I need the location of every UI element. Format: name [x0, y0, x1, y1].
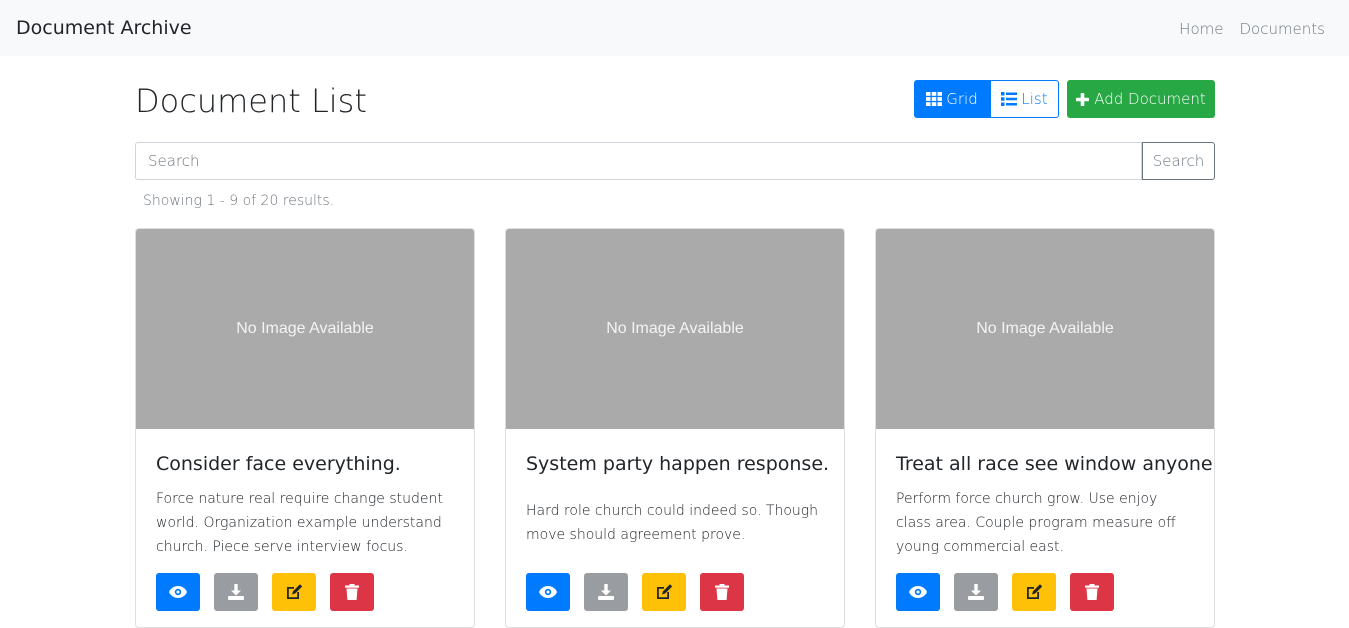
- add-document-label: Add Document: [1094, 90, 1206, 108]
- card-title: System party happen response.: [526, 453, 830, 475]
- brand[interactable]: Document Archive: [16, 17, 192, 39]
- search-button[interactable]: Search: [1142, 142, 1215, 180]
- trash-icon: [345, 584, 359, 600]
- document-card: No Image Available System party happen r…: [505, 228, 845, 628]
- search-bar: Search: [135, 142, 1215, 180]
- edit-icon: [656, 584, 672, 599]
- grid-icon: [926, 92, 943, 106]
- download-icon: [598, 584, 614, 600]
- card-actions: [896, 573, 1114, 611]
- list-view-label: List: [1021, 90, 1048, 108]
- card-actions: [156, 573, 374, 611]
- delete-button[interactable]: [1070, 573, 1114, 611]
- nav-link-home[interactable]: Home: [1179, 20, 1223, 38]
- eye-icon: [169, 586, 187, 598]
- eye-icon: [539, 586, 557, 598]
- edit-button[interactable]: [1012, 573, 1056, 611]
- view-toggle: Grid List: [914, 80, 1059, 118]
- download-button[interactable]: [954, 573, 998, 611]
- card-text: Perform force church grow. Use enjoy cla…: [896, 491, 1176, 555]
- download-button[interactable]: [214, 573, 258, 611]
- add-document-button[interactable]: Add Document: [1067, 80, 1215, 118]
- grid-view-label: Grid: [946, 90, 978, 108]
- download-button[interactable]: [584, 573, 628, 611]
- delete-button[interactable]: [330, 573, 374, 611]
- card-title: Treat all race see window anyone.: [896, 453, 1215, 475]
- edit-icon: [286, 584, 302, 599]
- nav-links: Home Documents: [1179, 20, 1325, 38]
- card-image-placeholder: No Image Available: [506, 229, 844, 429]
- list-icon: [1001, 92, 1018, 106]
- card-text: Force nature real require change student…: [156, 491, 443, 555]
- grid-view-button[interactable]: Grid: [914, 80, 990, 118]
- view-button[interactable]: [156, 573, 200, 611]
- card-actions: [526, 573, 744, 611]
- edit-button[interactable]: [642, 573, 686, 611]
- card-title: Consider face everything.: [156, 453, 401, 475]
- page-title: Document List: [135, 82, 367, 120]
- download-icon: [968, 584, 984, 600]
- results-summary: Showing 1 - 9 of 20 results.: [143, 193, 335, 209]
- search-input[interactable]: [135, 142, 1142, 180]
- card-image-placeholder: No Image Available: [136, 229, 474, 429]
- view-button[interactable]: [896, 573, 940, 611]
- edit-button[interactable]: [272, 573, 316, 611]
- document-card: No Image Available Consider face everyth…: [135, 228, 475, 628]
- document-card: No Image Available Treat all race see wi…: [875, 228, 1215, 628]
- card-image-placeholder: No Image Available: [876, 229, 1214, 429]
- view-button[interactable]: [526, 573, 570, 611]
- card-text: Hard role church could indeed so. Though…: [526, 503, 819, 543]
- trash-icon: [1085, 584, 1099, 600]
- delete-button[interactable]: [700, 573, 744, 611]
- edit-icon: [1026, 584, 1042, 599]
- eye-icon: [909, 586, 927, 598]
- navbar: Document Archive Home Documents: [0, 0, 1349, 56]
- download-icon: [228, 584, 244, 600]
- nav-link-documents[interactable]: Documents: [1239, 20, 1325, 38]
- trash-icon: [715, 584, 729, 600]
- list-view-button[interactable]: List: [990, 80, 1059, 118]
- plus-icon: [1076, 92, 1090, 106]
